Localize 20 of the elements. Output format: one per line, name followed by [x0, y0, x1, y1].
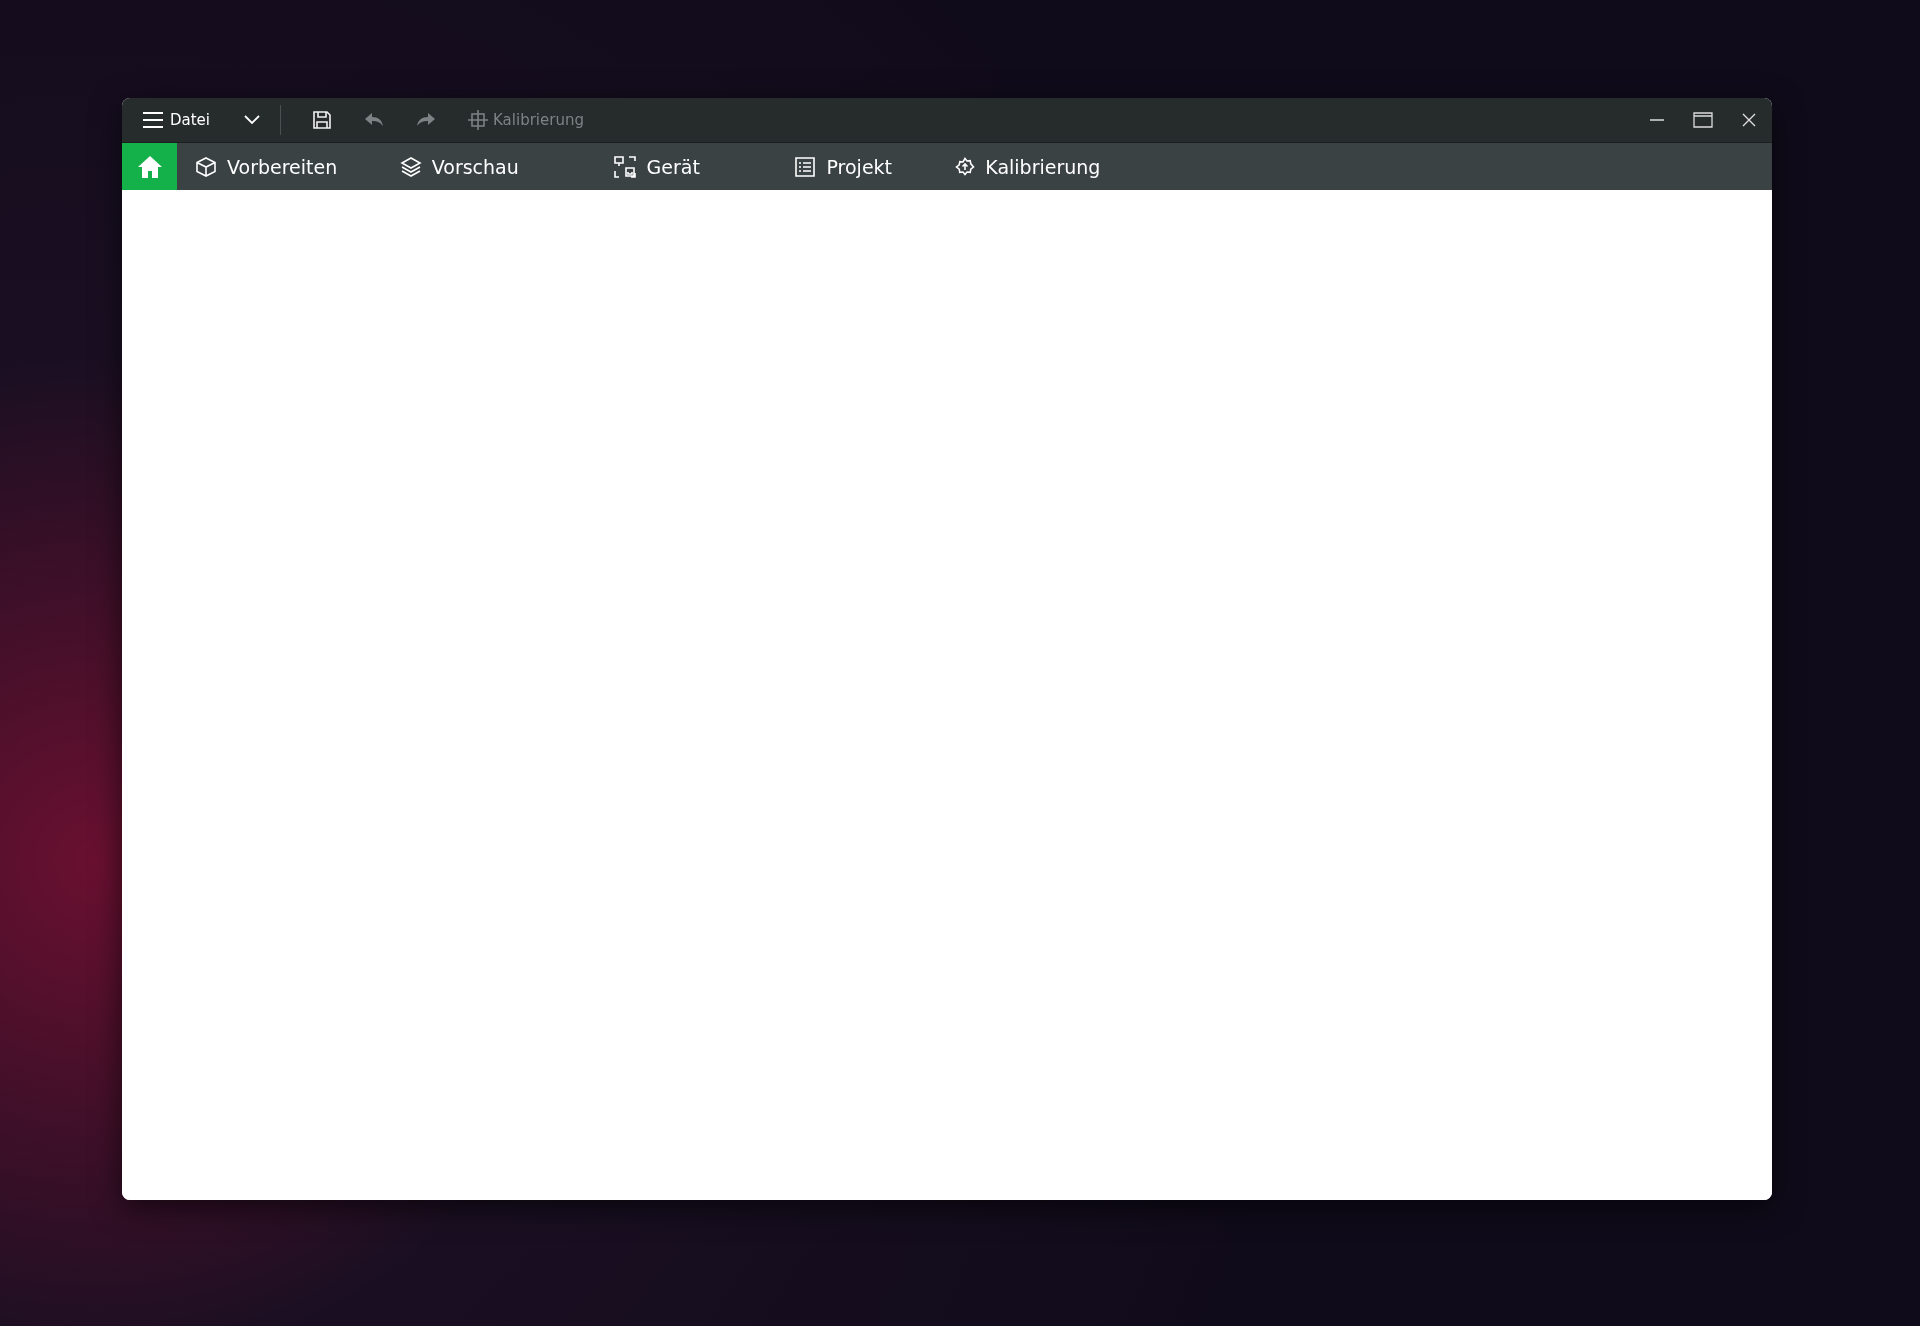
file-menu-button[interactable]: Datei — [136, 107, 217, 133]
cube-icon — [195, 155, 217, 178]
home-tab[interactable] — [122, 143, 177, 190]
maximize-icon — [1693, 112, 1713, 128]
crosshair-frame-icon — [467, 109, 490, 131]
home-icon — [136, 154, 163, 179]
gear-icon — [955, 156, 976, 177]
close-icon — [1742, 113, 1756, 127]
menu-icon — [142, 111, 164, 129]
nav-tab[interactable]: Projekt — [763, 143, 924, 190]
layers-icon — [399, 155, 422, 178]
device-frame-icon — [612, 154, 637, 179]
nav-tab[interactable]: Gerät — [563, 143, 750, 190]
save-icon — [311, 109, 334, 131]
nav-tab[interactable]: Kalibrierung — [937, 143, 1119, 190]
nav-tab[interactable]: Vorbereiten — [177, 143, 356, 190]
nav-tab[interactable]: Vorschau — [369, 143, 550, 190]
list-icon — [794, 155, 817, 178]
chevron-down-icon — [244, 115, 261, 125]
minimize-icon — [1650, 119, 1664, 121]
